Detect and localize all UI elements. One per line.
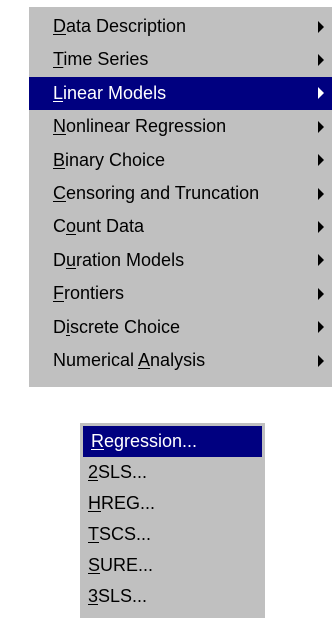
accelerator-letter: 3 <box>88 586 99 606</box>
accelerator-letter: R <box>91 431 104 451</box>
menu-item-label: Censoring and Truncation <box>53 182 260 203</box>
accelerator-letter: S <box>88 555 101 575</box>
menu-item-censoring-and-truncation[interactable]: Censoring and Truncation <box>29 177 332 210</box>
menu-item-label: Count Data <box>53 216 145 237</box>
submenu-item-hreg[interactable]: HREG... <box>80 488 265 519</box>
menu-item-label: Numerical Analysis <box>53 349 206 370</box>
submenu-arrow-icon <box>318 187 324 200</box>
submenu-arrow-icon <box>318 20 324 33</box>
menu-item-data-description[interactable]: Data Description <box>29 10 332 43</box>
menu-item-label: Frontiers <box>53 283 125 304</box>
menu-item-label: Duration Models <box>53 249 185 270</box>
submenu-item-label: SURE... <box>88 555 154 575</box>
menu-item-numerical-analysis[interactable]: Numerical Analysis <box>29 344 332 377</box>
submenu-item-tscs[interactable]: TSCS... <box>80 519 265 550</box>
menu-item-discrete-choice[interactable]: Discrete Choice <box>29 311 332 344</box>
menu-item-binary-choice[interactable]: Binary Choice <box>29 144 332 177</box>
accelerator-letter: T <box>88 524 99 544</box>
submenu-item-2sls[interactable]: 2SLS... <box>80 457 265 488</box>
menu-item-frontiers[interactable]: Frontiers <box>29 277 332 310</box>
menu-item-label: Nonlinear Regression <box>53 116 227 137</box>
submenu-arrow-icon <box>318 354 324 367</box>
accelerator-letter: L <box>53 82 64 103</box>
submenu-arrow-icon <box>318 87 324 100</box>
submenu-item-label: TSCS... <box>88 524 152 544</box>
menu-item-label: Binary Choice <box>53 149 166 170</box>
accelerator-letter: N <box>53 116 66 137</box>
menu-item-time-series[interactable]: Time Series <box>29 43 332 76</box>
accelerator-letter: B <box>53 149 66 170</box>
submenu-arrow-icon <box>318 321 324 334</box>
accelerator-letter: F <box>53 283 64 304</box>
accelerator-letter: i <box>66 316 70 337</box>
accelerator-letter: u <box>66 249 77 270</box>
accelerator-letter: A <box>138 349 151 370</box>
submenu-item-label: Regression... <box>91 431 198 451</box>
submenu-arrow-icon <box>318 221 324 234</box>
menu-item-label: Time Series <box>53 49 149 70</box>
submenu-item-label: 3SLS... <box>88 586 148 606</box>
main-menu: Data Description Time Series Linear Mode… <box>29 7 332 387</box>
menu-item-label: Discrete Choice <box>53 316 181 337</box>
submenu-item-regression[interactable]: Regression... <box>83 426 262 457</box>
menu-item-duration-models[interactable]: Duration Models <box>29 244 332 277</box>
submenu-arrow-icon <box>318 254 324 267</box>
submenu-item-3sls[interactable]: 3SLS... <box>80 581 265 612</box>
submenu-item-label: HREG... <box>88 493 156 513</box>
accelerator-letter: o <box>66 216 77 237</box>
accelerator-letter: H <box>88 493 101 513</box>
submenu-arrow-icon <box>318 120 324 133</box>
accelerator-letter: T <box>53 49 64 70</box>
submenu-item-label: 2SLS... <box>88 462 148 482</box>
menu-item-label: Linear Models <box>53 82 167 103</box>
menu-item-linear-models[interactable]: Linear Models <box>29 76 332 111</box>
submenu-item-sure[interactable]: SURE... <box>80 550 265 581</box>
submenu-arrow-icon <box>318 54 324 67</box>
menu-item-count-data[interactable]: Count Data <box>29 210 332 243</box>
accelerator-letter: D <box>53 16 66 36</box>
submenu-arrow-icon <box>318 287 324 300</box>
menu-item-nonlinear-regression[interactable]: Nonlinear Regression <box>29 110 332 143</box>
submenu-arrow-icon <box>318 154 324 167</box>
linear-models-submenu: Regression... 2SLS... HREG... TSCS... SU… <box>80 423 265 618</box>
accelerator-letter: 2 <box>88 462 99 482</box>
menu-item-label: Data Description <box>53 16 187 36</box>
accelerator-letter: C <box>53 182 66 203</box>
